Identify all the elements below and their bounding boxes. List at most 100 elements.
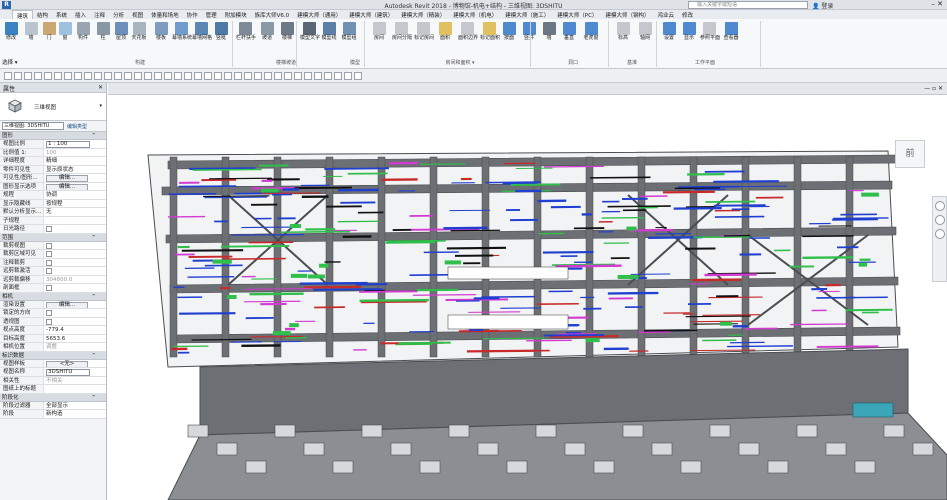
tab-20[interactable]: 修改 [678, 10, 697, 19]
checkbox[interactable] [46, 318, 52, 325]
toolbar-tool-icon[interactable] [4, 72, 12, 80]
toolbar-tool-icon[interactable] [304, 72, 312, 80]
property-value[interactable]: 5653.6 [44, 334, 106, 342]
tab-16[interactable]: 建模大师（施工） [501, 10, 553, 19]
checkbox[interactable] [46, 310, 52, 316]
property-section[interactable]: 相机 ⌃ [0, 292, 106, 301]
toolbar-tool-icon[interactable] [34, 72, 42, 80]
minimize-icon[interactable]: – [931, 0, 935, 8]
property-value[interactable]: 显示原状态 [44, 165, 106, 173]
toolbar-tool-icon[interactable] [114, 72, 122, 80]
toolbar-tool-icon[interactable] [244, 72, 252, 80]
toolbar-tool-icon[interactable] [54, 72, 62, 80]
tab-7[interactable]: 体量和场地 [147, 10, 183, 19]
property-value[interactable]: -779.4 [44, 326, 106, 334]
property-section[interactable]: 范围 ⌃ [0, 233, 106, 242]
toolbar-tool-icon[interactable] [134, 72, 142, 80]
ribbon-button-15[interactable]: 模型文字 [300, 22, 320, 41]
ribbon-button-29[interactable]: 标高 [614, 22, 632, 41]
ribbon-button-26[interactable]: 墙 [540, 22, 558, 41]
login-button[interactable]: 👤 登录 [812, 1, 833, 10]
viewcube[interactable]: 前 [895, 140, 925, 168]
property-value[interactable]: 新构造 [44, 410, 106, 418]
tab-3[interactable]: 插入 [71, 10, 90, 19]
tab-11[interactable]: 族库大师V6.0 [251, 10, 294, 19]
property-value[interactable]: 编辑... [44, 300, 106, 308]
tab-10[interactable]: 附加模块 [221, 10, 251, 19]
ribbon-button-32[interactable]: 显示 [680, 22, 698, 41]
property-value[interactable] [44, 225, 106, 233]
collapse-icon[interactable]: ⌃ [91, 352, 96, 360]
tab-13[interactable]: 建模大师（建筑） [345, 10, 397, 19]
ribbon-button-4[interactable]: 构件 [74, 22, 92, 41]
checkbox[interactable] [46, 268, 52, 274]
toolbar-tool-icon[interactable] [354, 72, 362, 80]
tab-9[interactable]: 管理 [202, 10, 221, 19]
property-value[interactable] [44, 250, 106, 258]
ribbon-button-18[interactable]: 房间 [370, 22, 388, 41]
zoom-icon[interactable] [934, 215, 945, 225]
toolbar-tool-icon[interactable] [64, 72, 72, 80]
property-value[interactable] [44, 284, 106, 292]
tab-2[interactable]: 系统 [52, 10, 71, 19]
toolbar-tool-icon[interactable] [154, 72, 162, 80]
steering-wheel-icon[interactable] [934, 201, 945, 211]
toolbar-tool-icon[interactable] [334, 72, 342, 80]
ribbon-button-25[interactable]: 竖井 [520, 22, 538, 41]
select-dropdown[interactable]: 选择 ▾ [0, 58, 110, 66]
toolbar-tool-icon[interactable] [194, 72, 202, 80]
edit-button[interactable]: 编辑... [46, 183, 88, 190]
ribbon-button-33[interactable]: 参照平面 [700, 22, 720, 41]
checkbox[interactable] [46, 242, 52, 249]
type-selector[interactable]: 三维视图 ▾ [0, 93, 106, 121]
property-value[interactable] [44, 216, 106, 224]
property-value[interactable]: 100 [44, 148, 106, 156]
ribbon-button-24[interactable]: 按面 [500, 22, 518, 41]
property-value[interactable]: 全部显示 [44, 401, 106, 409]
value-field[interactable]: 3DSHITU [46, 369, 90, 376]
ribbon-button-34[interactable]: 查看器 [722, 22, 740, 41]
ribbon-button-14[interactable]: 楼梯 [278, 22, 296, 41]
property-value[interactable]: 不相关 [44, 376, 106, 384]
property-value[interactable]: 无 [44, 208, 106, 216]
value-field[interactable]: 1 : 100 [46, 141, 90, 148]
property-section[interactable]: 标识数据 ⌃ [0, 351, 106, 360]
ribbon-button-1[interactable]: 墙 [22, 22, 40, 41]
toolbar-tool-icon[interactable] [224, 72, 232, 80]
toolbar-tool-icon[interactable] [344, 72, 352, 80]
property-value[interactable]: 1 : 100 [44, 140, 106, 148]
property-value[interactable]: 协调 [44, 191, 106, 199]
ribbon-button-23[interactable]: 标记面积 [480, 22, 500, 41]
edit-button[interactable]: 编辑... [46, 301, 88, 308]
toolbar-tool-icon[interactable] [94, 72, 102, 80]
navigation-bar[interactable] [932, 196, 947, 282]
ribbon-button-31[interactable]: 设置 [660, 22, 678, 41]
ribbon-button-9[interactable]: 幕墙系统 [172, 22, 192, 41]
toolbar-tool-icon[interactable] [164, 72, 172, 80]
toolbar-tool-icon[interactable] [254, 72, 262, 80]
ribbon-button-11[interactable]: 竖梃 [212, 22, 230, 41]
property-value[interactable] [44, 258, 106, 266]
tab-4[interactable]: 注释 [90, 10, 109, 19]
toolbar-tool-icon[interactable] [124, 72, 132, 80]
ribbon-button-27[interactable]: 垂直 [560, 22, 578, 41]
property-value[interactable] [44, 385, 106, 393]
tab-5[interactable]: 分析 [109, 10, 128, 19]
toolbar-tool-icon[interactable] [44, 72, 52, 80]
ribbon-button-6[interactable]: 屋顶 [112, 22, 130, 41]
ribbon-button-19[interactable]: 房间分隔 [392, 22, 412, 41]
toolbar-tool-icon[interactable] [204, 72, 212, 80]
toolbar-tool-icon[interactable] [14, 72, 22, 80]
toolbar-tool-icon[interactable] [184, 72, 192, 80]
tab-14[interactable]: 建模大师（精装） [397, 10, 449, 19]
toolbar-tool-icon[interactable] [214, 72, 222, 80]
toolbar-tool-icon[interactable] [264, 72, 272, 80]
tab-18[interactable]: 建模大师（钢构） [601, 10, 653, 19]
ribbon-button-30[interactable]: 轴网 [636, 22, 654, 41]
toolbar-tool-icon[interactable] [84, 72, 92, 80]
property-value[interactable] [44, 309, 106, 317]
property-value[interactable] [44, 317, 106, 325]
checkbox[interactable] [46, 226, 52, 232]
ribbon-button-0[interactable]: 修改 [2, 22, 20, 41]
checkbox[interactable] [46, 259, 52, 266]
